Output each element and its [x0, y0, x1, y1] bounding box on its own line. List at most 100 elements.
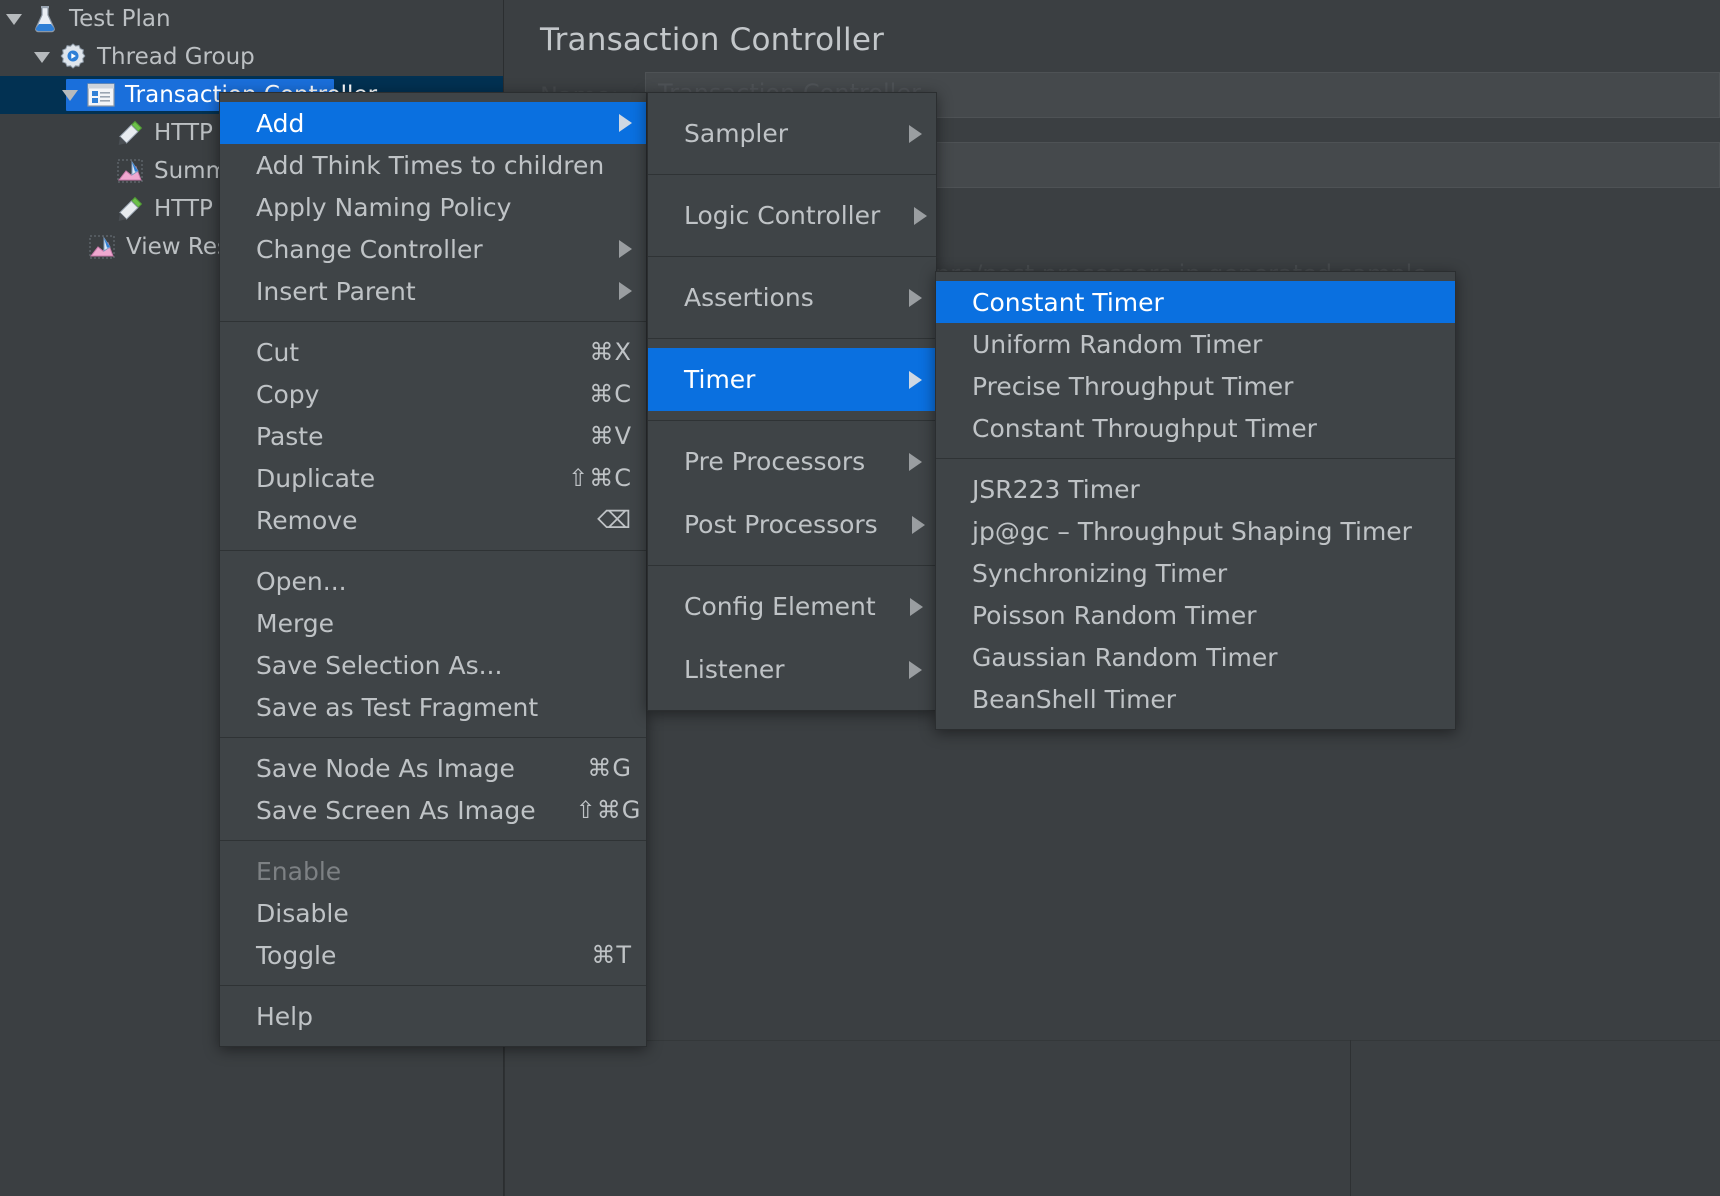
pane-divider-vertical-left	[504, 1040, 505, 1196]
menu-item-toggle[interactable]: Toggle⌘T	[220, 934, 646, 976]
menu-item-jsr223-timer[interactable]: JSR223 Timer	[936, 468, 1455, 510]
menu-item-copy[interactable]: Copy ⌘C	[220, 373, 646, 415]
menu-item-add[interactable]: Add	[220, 102, 646, 144]
menu-item-label: BeanShell Timer	[972, 685, 1441, 714]
menu-top-padding	[220, 93, 646, 102]
menu-item-save-as-test-fragment[interactable]: Save as Test Fragment	[220, 686, 646, 728]
menu-item-jp-gc-throughput-shaping-timer[interactable]: jp@gc – Throughput Shaping Timer	[936, 510, 1455, 552]
menu-item-cut[interactable]: Cut⌘X	[220, 331, 646, 373]
add-menu-top-padding	[648, 93, 936, 102]
add-submenu-items: Sampler Logic Controller Assertions Timer Pr…	[648, 102, 936, 701]
menu-item-label: Post Processors	[684, 510, 878, 539]
menu-item-label: Poisson Random Timer	[972, 601, 1441, 630]
thread-group-icon	[58, 42, 88, 72]
menu-item-open[interactable]: Open...	[220, 560, 646, 602]
menu-item-label: Disable	[256, 899, 632, 928]
tree-node-test-plan[interactable]: Test Plan	[0, 0, 503, 38]
menu-item-shortcut: ⌘C	[589, 380, 632, 408]
context-menu-items: Add Add Think Times to children Apply Nami…	[220, 102, 646, 1037]
submenu-arrow-icon	[909, 125, 922, 143]
menu-item-label: Constant Throughput Timer	[972, 414, 1441, 443]
menu-separator	[220, 840, 646, 841]
menu-separator	[648, 174, 936, 175]
submenu-arrow-icon	[619, 240, 632, 258]
menu-item-label: Save Node As Image	[256, 754, 547, 783]
menu-item-listener[interactable]: Listener	[648, 638, 936, 701]
http-request-icon	[115, 118, 145, 148]
menu-item-save-selection-as[interactable]: Save Selection As...	[220, 644, 646, 686]
menu-item-merge[interactable]: Merge	[220, 602, 646, 644]
menu-bottom-padding	[220, 1037, 646, 1046]
menu-item-label: Merge	[256, 609, 632, 638]
menu-item-logic-controller[interactable]: Logic Controller	[648, 184, 936, 247]
menu-item-label: Gaussian Random Timer	[972, 643, 1441, 672]
menu-item-constant-throughput-timer[interactable]: Constant Throughput Timer	[936, 407, 1455, 449]
app-window: Test Plan Thread Group Transaction Control…	[0, 0, 1720, 1196]
menu-item-remove[interactable]: Remove⌫	[220, 499, 646, 541]
transaction-controller-icon	[86, 80, 116, 110]
menu-item-poisson-random-timer[interactable]: Poisson Random Timer	[936, 594, 1455, 636]
menu-item-duplicate[interactable]: Duplicate ⇧⌘C	[220, 457, 646, 499]
menu-item-label: Paste	[256, 422, 550, 451]
menu-item-gaussian-random-timer[interactable]: Gaussian Random Timer	[936, 636, 1455, 678]
tree-context-menu[interactable]: Add Add Think Times to children Apply Nami…	[219, 92, 647, 1047]
menu-item-beanshell-timer[interactable]: BeanShell Timer	[936, 678, 1455, 720]
menu-separator	[648, 338, 936, 339]
menu-item-label: Apply Naming Policy	[256, 193, 632, 222]
view-results-tree-icon	[87, 232, 117, 262]
menu-item-label: jp@gc – Throughput Shaping Timer	[972, 517, 1441, 546]
menu-item-label: Add	[256, 109, 585, 138]
menu-item-config-element[interactable]: Config Element	[648, 575, 936, 638]
menu-item-shortcut: ⌘T	[591, 941, 632, 969]
submenu-arrow-icon	[914, 207, 927, 225]
menu-item-save-node-as-image[interactable]: Save Node As Image⌘G	[220, 747, 646, 789]
tree-expand-arrow-icon[interactable]	[62, 90, 78, 101]
menu-item-precise-throughput-timer[interactable]: Precise Throughput Timer	[936, 365, 1455, 407]
menu-item-timer[interactable]: Timer	[648, 348, 936, 411]
tree-expand-arrow-icon[interactable]	[6, 14, 22, 25]
tree-node-thread-group[interactable]: Thread Group	[0, 38, 503, 76]
menu-item-label: Constant Timer	[972, 288, 1441, 317]
menu-item-label: Duplicate	[256, 464, 528, 493]
menu-item-sampler[interactable]: Sampler	[648, 102, 936, 165]
menu-item-shortcut: ⌫	[597, 506, 632, 534]
add-submenu[interactable]: Sampler Logic Controller Assertions Timer Pr…	[647, 92, 937, 711]
menu-item-label: JSR223 Timer	[972, 475, 1441, 504]
menu-item-add-think-times-to-children[interactable]: Add Think Times to children	[220, 144, 646, 186]
menu-item-constant-timer[interactable]: Constant Timer	[936, 281, 1455, 323]
menu-item-paste[interactable]: Paste⌘V	[220, 415, 646, 457]
menu-item-assertions[interactable]: Assertions	[648, 266, 936, 329]
submenu-arrow-icon	[909, 371, 922, 389]
timer-submenu[interactable]: Constant Timer Uniform Random Timer Precis…	[935, 271, 1456, 730]
menu-item-pre-processors[interactable]: Pre Processors	[648, 430, 936, 493]
menu-item-help[interactable]: Help	[220, 995, 646, 1037]
menu-item-shortcut: ⇧⌘C	[568, 464, 632, 492]
menu-item-label: Config Element	[684, 592, 876, 621]
menu-separator	[648, 420, 936, 421]
tree-expand-arrow-icon[interactable]	[34, 52, 50, 63]
menu-item-uniform-random-timer[interactable]: Uniform Random Timer	[936, 323, 1455, 365]
menu-item-label: Pre Processors	[684, 447, 875, 476]
menu-separator	[220, 321, 646, 322]
menu-item-label: Timer	[684, 365, 875, 394]
tree-node-label: Thread Group	[97, 44, 255, 70]
menu-item-synchronizing-timer[interactable]: Synchronizing Timer	[936, 552, 1455, 594]
timer-menu-bottom-padding	[936, 720, 1455, 729]
menu-item-disable[interactable]: Disable	[220, 892, 646, 934]
menu-item-label: Assertions	[684, 283, 875, 312]
menu-separator	[220, 985, 646, 986]
menu-item-change-controller[interactable]: Change Controller	[220, 228, 646, 270]
menu-item-apply-naming-policy[interactable]: Apply Naming Policy	[220, 186, 646, 228]
test-plan-icon	[30, 4, 60, 34]
menu-item-post-processors[interactable]: Post Processors	[648, 493, 936, 556]
timer-menu-top-padding	[936, 272, 1455, 281]
page-title: Transaction Controller	[540, 22, 884, 58]
menu-item-enable: Enable	[220, 850, 646, 892]
menu-item-save-screen-as-image[interactable]: Save Screen As Image⇧⌘G	[220, 789, 646, 831]
menu-item-insert-parent[interactable]: Insert Parent	[220, 270, 646, 312]
submenu-arrow-icon	[910, 598, 923, 616]
menu-item-label: Save Selection As...	[256, 651, 632, 680]
menu-item-label: Precise Throughput Timer	[972, 372, 1441, 401]
menu-item-label: Copy	[256, 380, 549, 409]
pane-divider-horizontal	[505, 1040, 1720, 1041]
